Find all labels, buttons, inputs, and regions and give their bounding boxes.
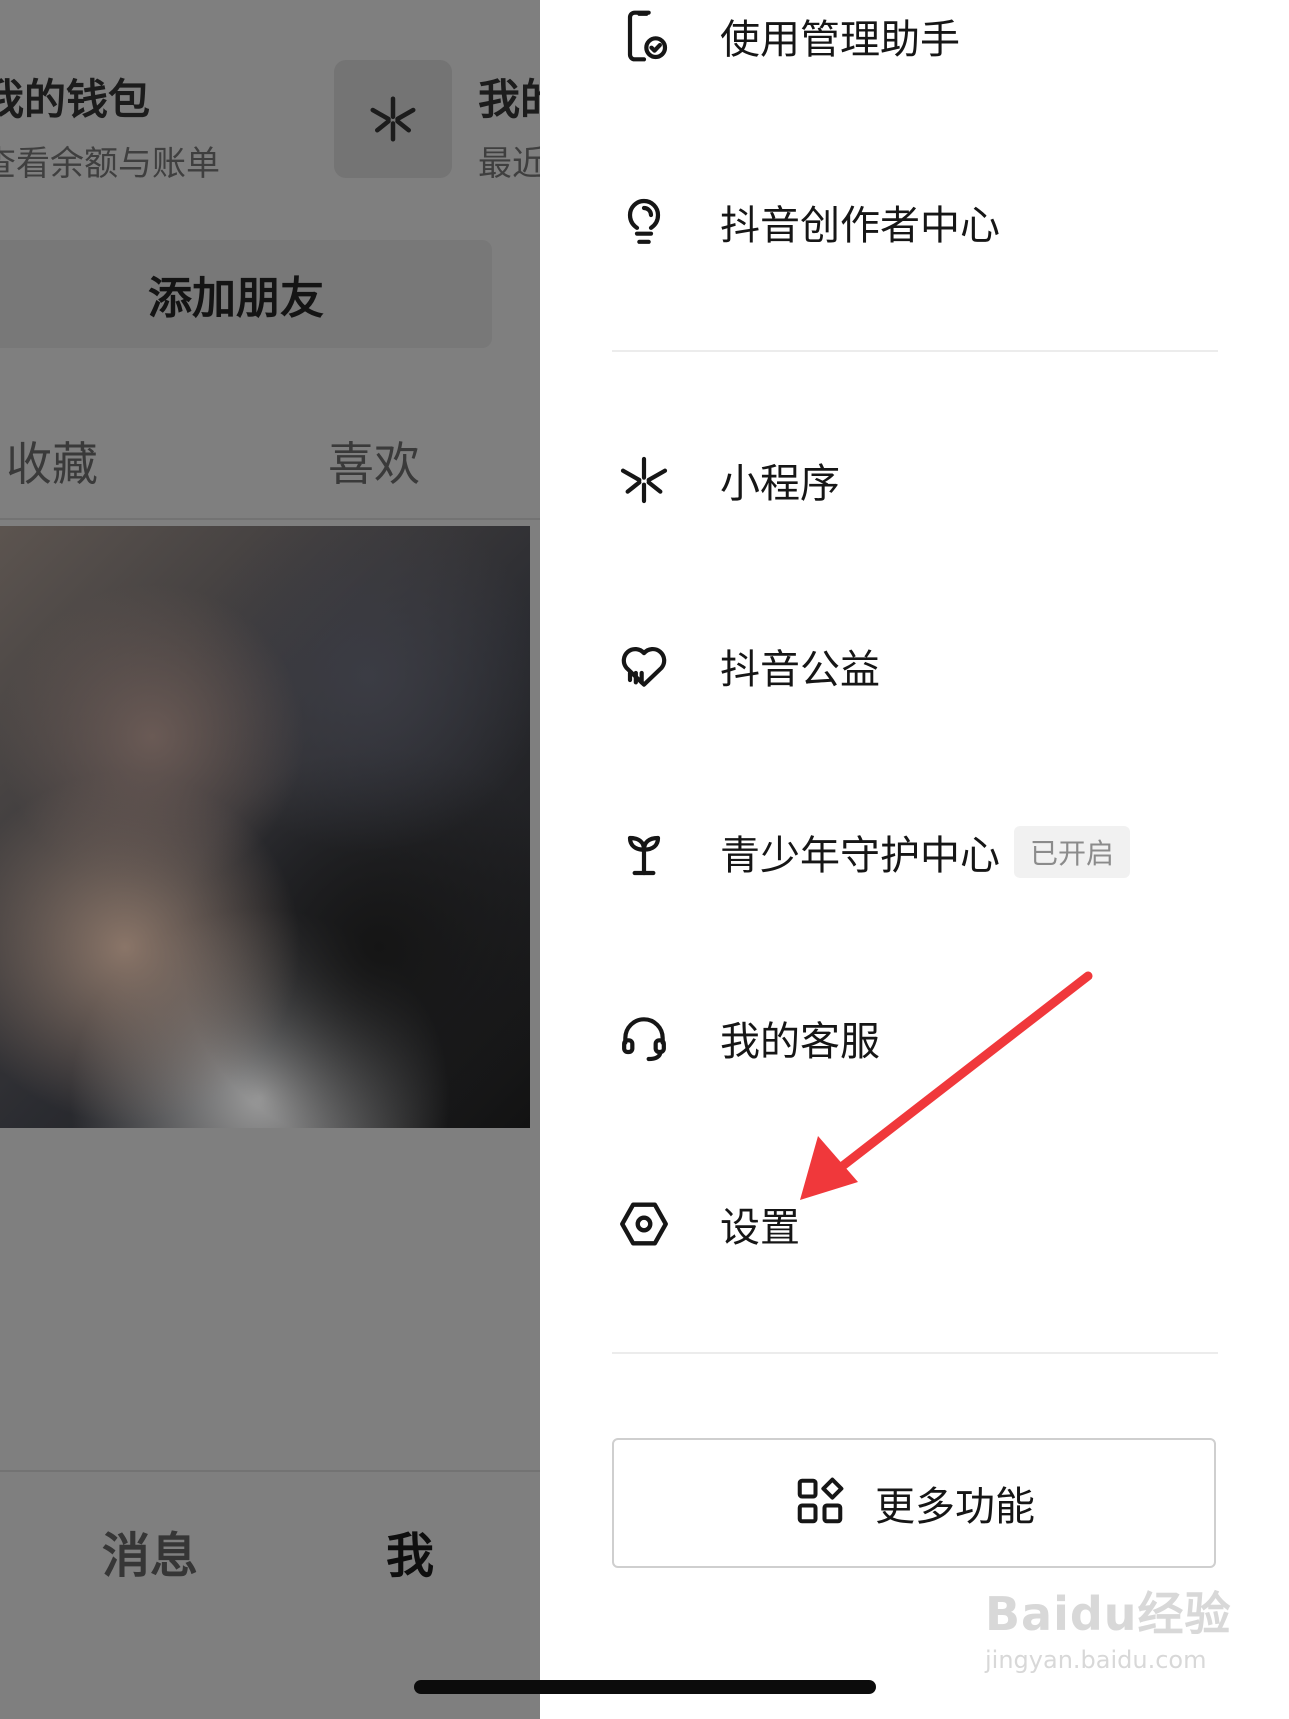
baidu-watermark: Baidu经验 jingyan.baidu.com xyxy=(985,1578,1232,1674)
mini-program-tile[interactable] xyxy=(334,60,452,178)
nav-me[interactable]: 我 xyxy=(386,1516,434,1586)
home-indicator[interactable] xyxy=(414,1680,876,1694)
my-card-subtitle: 最近 xyxy=(478,144,540,184)
my-card-title[interactable]: 我的 xyxy=(478,66,540,127)
add-friend-button[interactable]: 添加朋友 xyxy=(0,240,492,348)
status-badge: 已开启 xyxy=(1014,826,1131,878)
drawer-item-youth-protection[interactable]: 青少年守护中心 已开启 xyxy=(612,812,1131,892)
mini-program-icon xyxy=(612,448,676,512)
drawer-item-label: 我的客服 xyxy=(720,1019,880,1065)
wallet-subtitle: 查看余额与账单 xyxy=(0,144,220,184)
more-features-button[interactable]: 更多功能 xyxy=(612,1438,1216,1568)
drawer-item-label: 设置 xyxy=(720,1205,800,1251)
apps-grid-icon xyxy=(793,1474,847,1532)
drawer-item-charity[interactable]: 抖音公益 xyxy=(612,626,880,706)
mini-program-icon xyxy=(370,96,416,142)
drawer-item-label: 小程序 xyxy=(720,461,840,507)
video-thumbnail[interactable] xyxy=(0,526,530,1128)
phone-check-icon xyxy=(612,4,676,68)
drawer-item-creator-center[interactable]: 抖音创作者中心 xyxy=(612,182,1000,262)
more-features-label: 更多功能 xyxy=(875,1484,1035,1530)
drawer-item-usage-assistant[interactable]: 使用管理助手 xyxy=(612,0,960,76)
sprout-icon xyxy=(612,820,676,884)
drawer-divider xyxy=(612,350,1218,352)
tab-likes[interactable]: 喜欢 xyxy=(328,428,420,494)
drawer-item-customer-service[interactable]: 我的客服 xyxy=(612,998,880,1078)
bottom-nav-divider xyxy=(0,1470,540,1472)
drawer-item-label: 抖音公益 xyxy=(720,647,880,693)
watermark-url: jingyan.baidu.com xyxy=(985,1646,1207,1674)
nav-messages[interactable]: 消息 xyxy=(102,1516,198,1586)
drawer-item-label: 抖音创作者中心 xyxy=(720,203,1000,249)
profile-page-background: 我的钱包 查看余额与账单 我的 最近 添加朋友 收藏 喜欢 消息 我 xyxy=(0,0,540,1719)
watermark-logo: Baidu经验 xyxy=(985,1587,1232,1641)
drawer-item-mini-programs[interactable]: 小程序 xyxy=(612,440,840,520)
tab-favorites[interactable]: 收藏 xyxy=(6,428,98,494)
side-drawer: 使用管理助手 抖音创作者中心 小程序 抖音公益 青少年守护中心 已开启 我的客服… xyxy=(540,0,1289,1719)
headset-icon xyxy=(612,1006,676,1070)
tab-divider xyxy=(0,518,540,520)
wallet-title[interactable]: 我的钱包 xyxy=(0,66,150,127)
hexagon-gear-icon xyxy=(612,1192,676,1256)
drawer-item-label: 青少年守护中心 xyxy=(720,833,1000,879)
heart-charity-icon xyxy=(612,634,676,698)
drawer-item-label: 使用管理助手 xyxy=(720,17,960,63)
lightbulb-icon xyxy=(612,190,676,254)
drawer-divider xyxy=(612,1352,1218,1354)
drawer-item-settings[interactable]: 设置 xyxy=(612,1184,800,1264)
